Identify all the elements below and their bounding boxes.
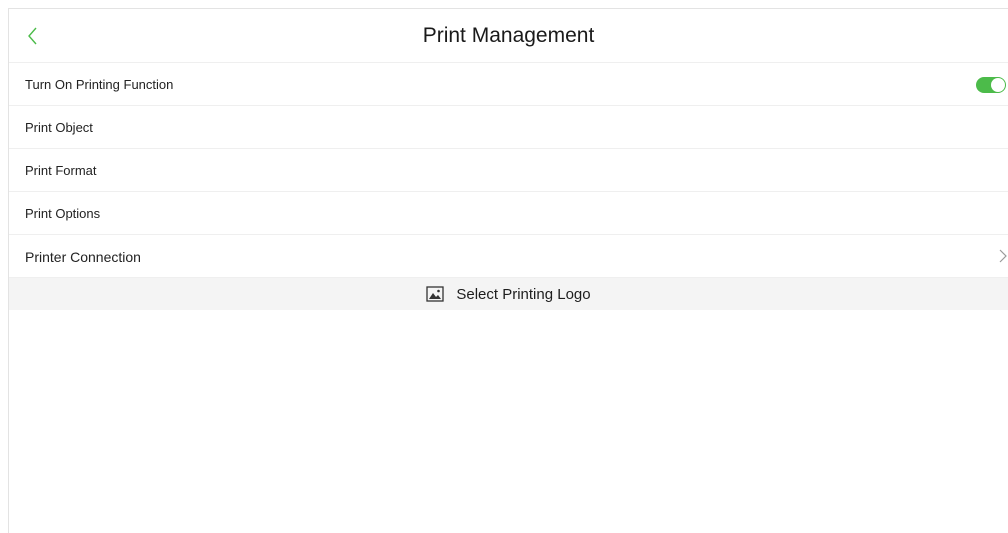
print-management-screen: Print Management Turn On Printing Functi… <box>8 8 1008 533</box>
setting-print-format[interactable]: Print Format <box>9 149 1008 192</box>
toggle-knob <box>991 78 1005 92</box>
setting-print-object[interactable]: Print Object <box>9 106 1008 149</box>
setting-label: Print Format <box>25 163 97 178</box>
header-bar: Print Management <box>9 9 1008 63</box>
setting-label: Print Object <box>25 120 93 135</box>
chevron-right-icon <box>999 249 1007 263</box>
printing-function-toggle[interactable] <box>976 77 1006 93</box>
setting-label: Print Options <box>25 206 101 221</box>
setting-turn-on-printing[interactable]: Turn On Printing Function <box>9 63 1008 106</box>
select-printing-logo-button[interactable]: Select Printing Logo <box>9 278 1008 310</box>
select-printing-logo-label: Select Printing Logo <box>456 285 591 303</box>
setting-print-options[interactable]: Print Options <box>9 192 1008 235</box>
setting-label: Printer Connection <box>25 249 141 265</box>
setting-label: Turn On Printing Function <box>25 77 174 92</box>
page-title: Print Management <box>422 24 595 47</box>
image-icon <box>426 286 445 302</box>
setting-printer-connection[interactable]: Printer Connection <box>9 235 1008 278</box>
